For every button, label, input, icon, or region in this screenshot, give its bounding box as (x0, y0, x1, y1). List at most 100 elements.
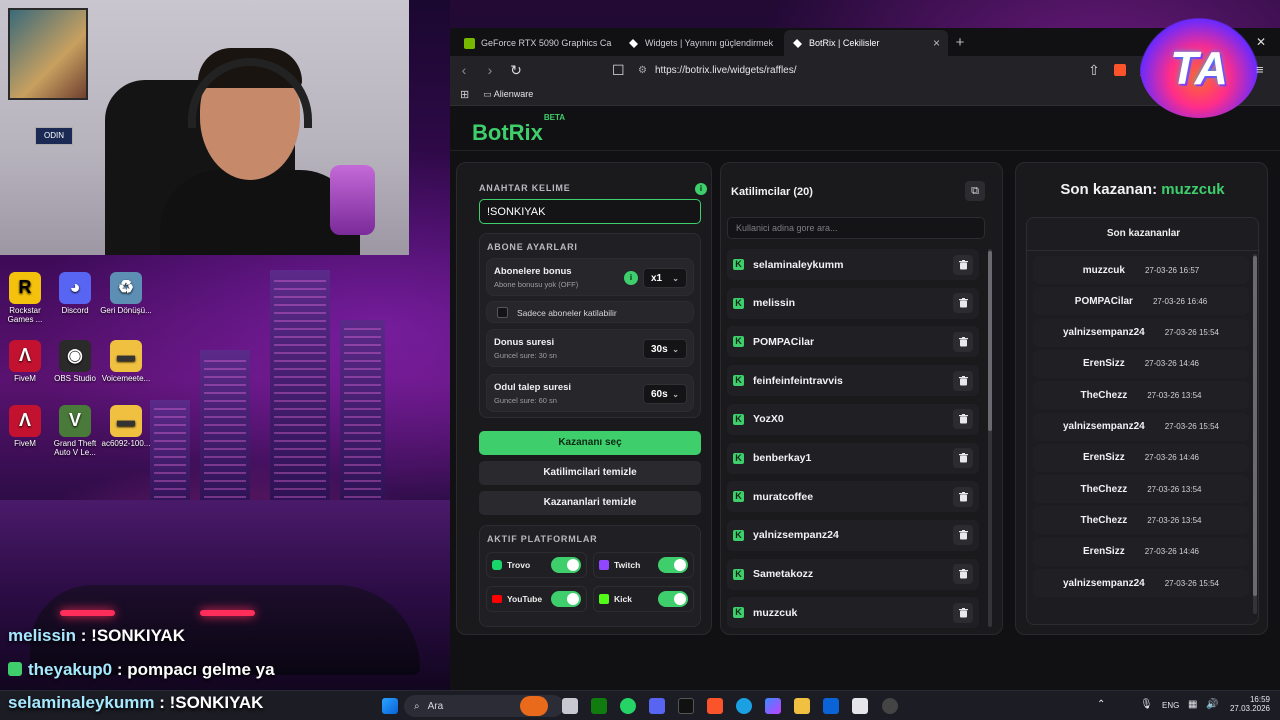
winner-name: yalnizsempanz24 (1063, 421, 1145, 432)
edge-icon[interactable] (736, 698, 752, 714)
desktop-icon[interactable]: ◕ Discord (48, 272, 102, 316)
participant-row[interactable]: Kmelissin (727, 287, 979, 319)
participant-search-input[interactable]: Kullanici adina gore ara... (727, 217, 985, 239)
participant-row[interactable]: Kmuratcoffee (727, 481, 979, 513)
kick-toggle[interactable] (658, 591, 688, 607)
trash-icon[interactable] (953, 564, 973, 585)
trash-icon[interactable] (953, 409, 973, 430)
bookmark-alienware[interactable]: ▭ Alienware (483, 89, 533, 100)
desktop-icon[interactable]: Λ FiveM (0, 405, 52, 449)
close-window-icon[interactable]: ✕ (1256, 35, 1266, 49)
trash-icon[interactable] (953, 525, 973, 546)
chevron-down-icon: ⌄ (672, 344, 679, 354)
desktop-icon[interactable]: Λ FiveM (0, 340, 52, 384)
start-icon[interactable] (382, 698, 398, 714)
participant-row[interactable]: K YozX0 (727, 403, 979, 435)
store-icon[interactable] (852, 698, 868, 714)
clear-participants-button[interactable]: Katilimcilari temizle (479, 461, 701, 485)
trash-icon[interactable] (953, 486, 973, 507)
sub-bonus-select[interactable]: x1 ⌄ (643, 268, 687, 288)
tray-chevron-icon[interactable]: ⌃ (1097, 699, 1105, 710)
trash-icon[interactable] (953, 448, 973, 468)
trash-icon[interactable] (953, 293, 973, 314)
trovo-toggle[interactable] (551, 557, 581, 573)
kick-icon: K (733, 413, 744, 425)
desktop-icon[interactable]: ▬ Voicemeete... (99, 340, 153, 384)
task-view-icon[interactable] (562, 698, 578, 714)
participant-row[interactable]: K Sametakozz (727, 558, 979, 590)
volume-icon[interactable]: 🔊 (1206, 699, 1218, 710)
back-icon[interactable]: ‹ (458, 62, 470, 78)
winner-name: ErenSizz (1083, 358, 1125, 370)
participant-row[interactable]: Kmuzzcuk (727, 597, 979, 629)
chat-message: selaminaleykumm : !SONKIYAK (8, 693, 263, 713)
desktop-icon[interactable]: V Grand Theft Auto V Le... (48, 405, 102, 458)
youtube-toggle[interactable] (551, 591, 581, 607)
reload-icon[interactable]: ↻ (510, 62, 522, 79)
desktop-icon[interactable]: ◉ OBS Studio (48, 340, 102, 384)
apps-icon[interactable]: ⊞ (460, 88, 469, 101)
platforms-label: AKTIF PLATFORMLAR (487, 534, 598, 544)
site-settings-icon[interactable]: ⚙ (638, 65, 647, 76)
info-icon[interactable]: i (624, 271, 638, 285)
mail-icon[interactable] (823, 698, 839, 714)
duration-subtitle: Guncel sure: 30 sn (494, 351, 557, 360)
desktop-icon[interactable]: ▬ ac6092-100... (99, 405, 153, 449)
file-explorer-icon[interactable] (794, 698, 810, 714)
url-field[interactable]: ⚙ https://botrix.live/widgets/raffles/ (638, 59, 1074, 81)
participant-row[interactable]: Kyalnizsempanz24 (727, 519, 979, 551)
menu-icon[interactable]: ≡ (1256, 62, 1264, 77)
bookmark-icon[interactable]: ☐ (612, 62, 625, 79)
copilot-icon[interactable] (765, 698, 781, 714)
trash-icon[interactable] (953, 254, 973, 275)
language-indicator[interactable]: ENG (1162, 701, 1179, 710)
select-value: 30s (651, 343, 668, 355)
participant-row[interactable]: Kselaminaleykumm (727, 249, 979, 280)
participant-row[interactable]: Kbenberkay1 (727, 442, 979, 474)
mic-icon[interactable]: 🎙 (1140, 699, 1153, 710)
scroll-thumb[interactable] (1253, 256, 1257, 596)
forward-icon[interactable]: › (484, 62, 496, 78)
tab-widgets[interactable]: Widgets | Yayınını güçlendirmek için (620, 30, 784, 56)
kick-icon: K (733, 452, 744, 464)
xbox-icon[interactable] (591, 698, 607, 714)
subs-only-row[interactable]: Sadece aboneler katilabilir (486, 301, 694, 323)
whatsapp-icon[interactable] (620, 698, 636, 714)
pick-winner-button[interactable]: Kazananı seç (479, 431, 701, 455)
sub-bonus-subtitle: Abone bonusu yok (OFF) (494, 280, 579, 289)
trash-icon[interactable] (953, 331, 973, 352)
copy-icon[interactable]: ⧉ (965, 181, 985, 201)
winner-name: yalnizsempanz24 (1063, 327, 1145, 339)
clear-winners-button[interactable]: Kazananlari temizle (479, 491, 701, 515)
claim-time-select[interactable]: 60s ⌄ (643, 384, 687, 404)
new-tab-button[interactable]: + (948, 30, 972, 56)
participant-row[interactable]: K POMPACilar (727, 326, 979, 358)
winner-date: 27-03-26 15:54 (1164, 328, 1219, 338)
keyword-input[interactable] (479, 199, 701, 224)
twitch-toggle[interactable] (658, 557, 688, 573)
scroll-thumb[interactable] (988, 251, 992, 431)
tab-nvidia[interactable]: GeForce RTX 5090 Graphics Cards | N (456, 30, 620, 56)
terminal-icon[interactable] (678, 698, 694, 714)
subs-only-checkbox[interactable] (497, 307, 508, 318)
tab-botrix-raffles[interactable]: BotRix | Cekilisler × (784, 30, 948, 56)
duration-select[interactable]: 30s ⌄ (643, 339, 687, 359)
discord-icon[interactable] (649, 698, 665, 714)
winner-name: TheChezz (1080, 483, 1128, 495)
botrix-logo[interactable]: BotRixBETA (472, 113, 565, 146)
clock[interactable]: 16:59 27.03.2026 (1226, 695, 1270, 713)
widget-icon[interactable] (520, 696, 548, 716)
trash-icon[interactable] (953, 370, 973, 391)
brave-shield-icon[interactable] (1114, 64, 1126, 76)
participant-row[interactable]: Kfeinfeinfeintravvis (727, 365, 979, 397)
info-icon[interactable]: i (695, 183, 707, 195)
share-icon[interactable]: ⇧ (1088, 62, 1100, 79)
desktop-icon[interactable]: ♻ Geri Dönüşü... (99, 272, 153, 316)
brave-icon[interactable] (707, 698, 723, 714)
close-icon[interactable]: × (933, 36, 940, 50)
trash-icon[interactable] (953, 602, 973, 623)
obs-icon[interactable] (882, 698, 898, 714)
network-icon[interactable]: ▦ (1188, 699, 1197, 710)
app-icon: ◉ (59, 340, 91, 372)
desktop-icon[interactable]: R Rockstar Games ... (0, 272, 52, 325)
